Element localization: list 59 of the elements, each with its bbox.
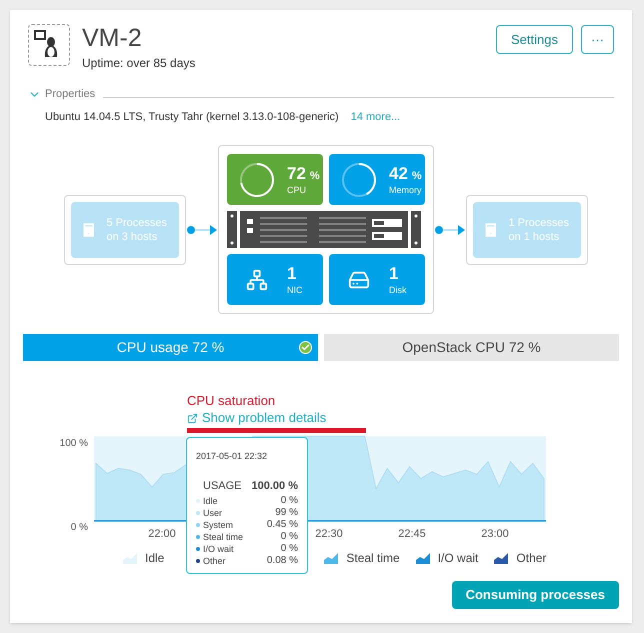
legend-label: Steal time: [346, 550, 400, 567]
tooltip-series-value: 0 %: [280, 531, 298, 543]
tooltip-series-value: 0 %: [280, 495, 298, 507]
tooltip-series-label: Idle: [203, 495, 218, 507]
connector-arrow: [434, 224, 466, 236]
more-button[interactable]: ···: [581, 25, 614, 54]
linux-host-icon: [28, 24, 70, 66]
properties-toggle[interactable]: Properties: [45, 86, 96, 102]
tooltip-series-value: 0 %: [280, 543, 298, 555]
tooltip-timestamp: 2017-05-01 22:32: [196, 450, 268, 463]
metric-value: 1: [389, 264, 400, 282]
host-title: VM-2: [82, 24, 143, 52]
tooltip-series-label: Steal time: [203, 531, 244, 543]
problem-title: CPU saturation: [187, 393, 276, 409]
legend-label: Other: [516, 550, 546, 567]
tooltip-series-label: I/O wait: [203, 543, 234, 555]
consuming-processes-button[interactable]: Consuming processes: [452, 581, 619, 609]
x-axis-label: 22:30: [315, 527, 343, 542]
metric-tile[interactable]: 1 Disk: [329, 254, 425, 305]
metric-label: NIC: [287, 286, 302, 294]
external-link-icon: [187, 412, 198, 424]
tooltip-series-value: 99 %: [275, 507, 298, 519]
x-axis-label: 22:45: [398, 527, 426, 542]
metric-label: CPU: [287, 186, 308, 194]
more-properties-link[interactable]: 14 more...: [350, 108, 400, 125]
process-count: 5 Processes: [106, 216, 167, 230]
connector-arrow: [186, 224, 218, 236]
x-axis-label: 22:00: [148, 527, 176, 542]
metric-label: Disk: [389, 286, 406, 294]
network-icon: [246, 268, 268, 290]
metric-tile[interactable]: 72 % CPU: [227, 154, 323, 205]
tooltip-series-label: User: [203, 507, 222, 519]
metric-value: 1: [287, 264, 298, 282]
metric-tile[interactable]: 1 NIC: [227, 254, 323, 305]
legend-label: Idle: [145, 550, 164, 567]
tooltip-series-value: 0.45 %: [266, 519, 298, 531]
host-count: on 3 hosts: [106, 230, 158, 244]
tooltip-series-value: 0.08 %: [266, 555, 298, 567]
legend-label: I/O wait: [438, 550, 478, 567]
tooltip-total-label: USAGE: [203, 478, 242, 494]
y-axis-label: 0 %: [70, 521, 88, 535]
metric-value: 42 %: [389, 164, 422, 182]
metric-value: 72 %: [287, 164, 320, 182]
tooltip-series-label: Other: [203, 555, 226, 567]
x-axis-label: 23:00: [481, 527, 509, 542]
chart-tab[interactable]: OpenStack CPU 72 %: [324, 334, 619, 361]
metric-tile[interactable]: 42 % Memory: [329, 154, 425, 205]
problem-details-link[interactable]: Show problem details: [187, 410, 366, 426]
process-count: 1 Processes: [508, 216, 569, 230]
chart-tab[interactable]: CPU usage 72 %: [23, 334, 318, 361]
metric-label: Memory: [389, 186, 422, 194]
settings-button[interactable]: Settings: [496, 25, 573, 54]
tooltip-total-value: 100.00 %: [252, 478, 298, 494]
y-axis-label: 100 %: [60, 437, 88, 451]
uptime-text: Uptime: over 85 days: [82, 55, 196, 72]
check-icon: [299, 341, 312, 354]
tooltip-series-label: System: [203, 519, 234, 531]
os-summary: Ubuntu 14.04.5 LTS, Trusty Tahr (kernel 3.13.0-108-generic): [45, 110, 339, 124]
host-count: on 1 hosts: [508, 230, 560, 244]
